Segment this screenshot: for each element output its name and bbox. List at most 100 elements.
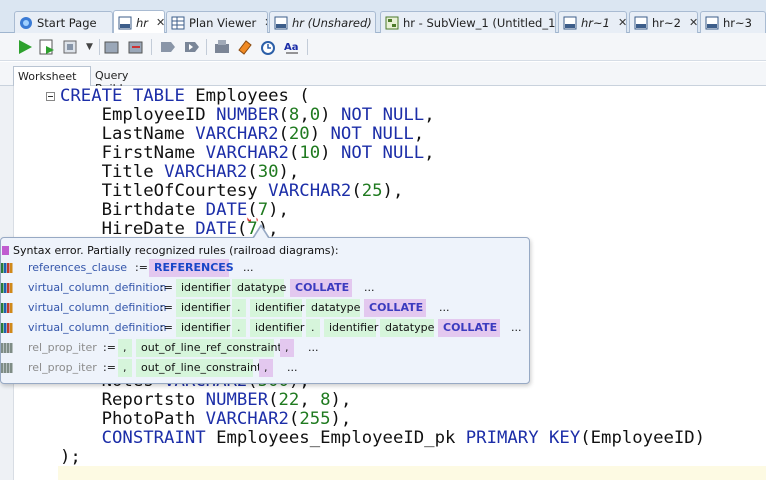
sql-worksheet-icon	[634, 16, 648, 29]
tab-label: hr	[136, 15, 149, 30]
identifier-token-chip: .	[232, 319, 246, 337]
identifier-token-chip: datatype	[380, 319, 434, 337]
run-statement-icon[interactable]	[16, 38, 34, 56]
worksheet-toolbar: ▼ Aa	[0, 33, 766, 61]
keyword-token-chip: ,	[280, 339, 294, 357]
keyword-token-chip: COLLATE	[364, 299, 426, 317]
sql-tuning-icon[interactable]	[183, 38, 201, 56]
railroad-rule-row[interactable]: virtual_column_definition:= identifier. id…	[1, 319, 529, 337]
sql-worksheet-icon	[563, 16, 577, 29]
explain-plan-icon[interactable]	[213, 38, 231, 56]
keyword-token-chip: REFERENCES	[149, 259, 234, 277]
code-line: CREATE TABLE Employees (	[60, 86, 310, 106]
identifier-token-chip: identifier	[176, 299, 230, 317]
code-line: TitleOfCourtesy VARCHAR2(25),	[101, 181, 404, 201]
tab-label: hr - SubView_1 (Untitled_1)	[403, 15, 556, 30]
identifier-token-chip: datatype	[232, 279, 286, 297]
identifier-token-chip: .	[232, 299, 246, 317]
close-icon[interactable]: ✕	[618, 16, 626, 29]
tab-hr-1[interactable]: hr~1 ✕	[558, 11, 627, 33]
fold-collapse-icon[interactable]	[46, 92, 55, 101]
svg-text:Aa: Aa	[284, 42, 299, 53]
rule-ellipsis: ...	[439, 301, 450, 314]
tab-plan-viewer[interactable]: Plan Viewer ✕	[166, 11, 268, 33]
tab-worksheet[interactable]: Worksheet	[13, 66, 91, 86]
error-icon	[2, 246, 9, 255]
close-icon[interactable]: ✕	[689, 16, 697, 29]
close-icon[interactable]: ✕	[264, 16, 267, 29]
commit-icon[interactable]	[103, 38, 121, 56]
tab-label: hr~3	[723, 15, 752, 30]
code-line: EmployeeID NUMBER(8,0) NOT NULL,	[101, 105, 435, 125]
rule-ellipsis: ...	[243, 261, 254, 274]
sql-worksheet-icon	[274, 16, 288, 29]
railroad-rule-row[interactable]: virtual_column_definition:= identifier dat…	[1, 279, 529, 297]
tab-label: Start Page	[37, 15, 97, 30]
autotrace-icon[interactable]	[62, 38, 80, 56]
editor-tab-strip: Start Page hr ✕ Plan Viewer ✕ hr (Unshar…	[0, 0, 766, 34]
rule-name: rel_prop_iter	[28, 341, 97, 354]
identifier-token-chip: identifier	[250, 319, 304, 337]
code-line: LastName VARCHAR2(20) NOT NULL,	[101, 124, 425, 144]
railroad-rule-row[interactable]: references_clause:= REFERENCES...	[1, 259, 529, 277]
identifier-token-chip: out_of_line_ref_constraint	[136, 339, 282, 357]
code-line: PhotoPath VARCHAR2(255),	[101, 409, 352, 429]
tab-hr-3[interactable]: hr~3	[700, 11, 766, 33]
sql-worksheet-icon	[705, 16, 719, 29]
railroad-diagram-icon	[1, 303, 13, 313]
rule-name: rel_prop_iter	[28, 361, 97, 374]
sql-worksheet-icon	[118, 16, 132, 29]
identifier-token-chip: identifier	[324, 319, 378, 337]
cancel-icon[interactable]	[159, 38, 177, 56]
tab-start-page[interactable]: Start Page	[14, 11, 113, 33]
keyword-token-chip: ,	[259, 359, 273, 377]
rule-ellipsis: ...	[364, 281, 375, 294]
rule-name: references_clause	[28, 261, 128, 274]
chevron-down-icon[interactable]: ▼	[86, 42, 93, 52]
tab-label: hr~2	[652, 15, 681, 30]
keyword-token-chip: COLLATE	[438, 319, 500, 337]
table-grid-icon	[171, 16, 185, 29]
code-line: CONSTRAINT Employees_EmployeeID_pk PRIMA…	[101, 428, 706, 448]
railroad-rule-row[interactable]: rel_prop_iter:=, out_of_line_ref_constrai…	[1, 339, 529, 357]
rule-ellipsis: ...	[287, 361, 298, 374]
worksheet-subtabs: Worksheet Query Builder	[0, 62, 766, 95]
rule-name: virtual_column_definition	[28, 301, 167, 314]
identifier-token-chip: .	[306, 319, 320, 337]
tab-hr-unshared[interactable]: hr (Unshared) ✕	[269, 11, 376, 33]
to-upper-case-icon[interactable]: Aa	[283, 38, 301, 56]
start-page-icon	[20, 16, 32, 29]
identifier-token-chip: ,	[118, 339, 132, 357]
railroad-diagram-icon	[1, 263, 13, 273]
syntax-error-popup: Syntax error. Partially recognized rules…	[0, 237, 530, 384]
rule-ellipsis: ...	[511, 321, 522, 334]
close-icon[interactable]: ✕	[156, 16, 164, 29]
railroad-rule-row[interactable]: rel_prop_iter:=, out_of_line_constraint,.…	[1, 359, 529, 377]
railroad-diagram-icon	[1, 283, 13, 293]
identifier-token-chip: identifier	[176, 319, 230, 337]
keyword-token-chip: COLLATE	[290, 279, 352, 297]
identifier-token-chip: identifier	[176, 279, 230, 297]
tab-hr[interactable]: hr ✕	[113, 10, 165, 34]
run-script-icon[interactable]	[38, 38, 56, 56]
rule-name: virtual_column_definition	[28, 321, 167, 334]
identifier-token-chip: out_of_line_constraint	[136, 359, 261, 377]
railroad-diagram-icon	[1, 363, 13, 373]
code-line: FirstName VARCHAR2(10) NOT NULL,	[101, 143, 435, 163]
tab-subview[interactable]: hr - SubView_1 (Untitled_1) ✕	[380, 11, 556, 33]
tab-query-builder[interactable]: Query Builder	[91, 66, 171, 95]
rule-assign-operator: :=	[160, 281, 173, 294]
identifier-token-chip: datatype	[306, 299, 360, 317]
tab-hr-2[interactable]: hr~2 ✕	[629, 11, 698, 33]
rule-assign-operator: :=	[160, 301, 173, 314]
code-line: Reportsto NUMBER(22, 8),	[101, 390, 352, 410]
rule-assign-operator: :=	[103, 361, 116, 374]
tab-label: hr~1	[581, 15, 610, 30]
railroad-diagram-icon	[1, 323, 13, 333]
history-icon[interactable]	[259, 38, 277, 56]
railroad-rule-row[interactable]: virtual_column_definition:= identifier. id…	[1, 299, 529, 317]
current-line-highlight	[58, 466, 766, 480]
rollback-icon[interactable]	[127, 38, 145, 56]
clear-eraser-icon[interactable]	[236, 38, 254, 56]
code-line: Birthdate DATE(7),	[101, 200, 289, 220]
